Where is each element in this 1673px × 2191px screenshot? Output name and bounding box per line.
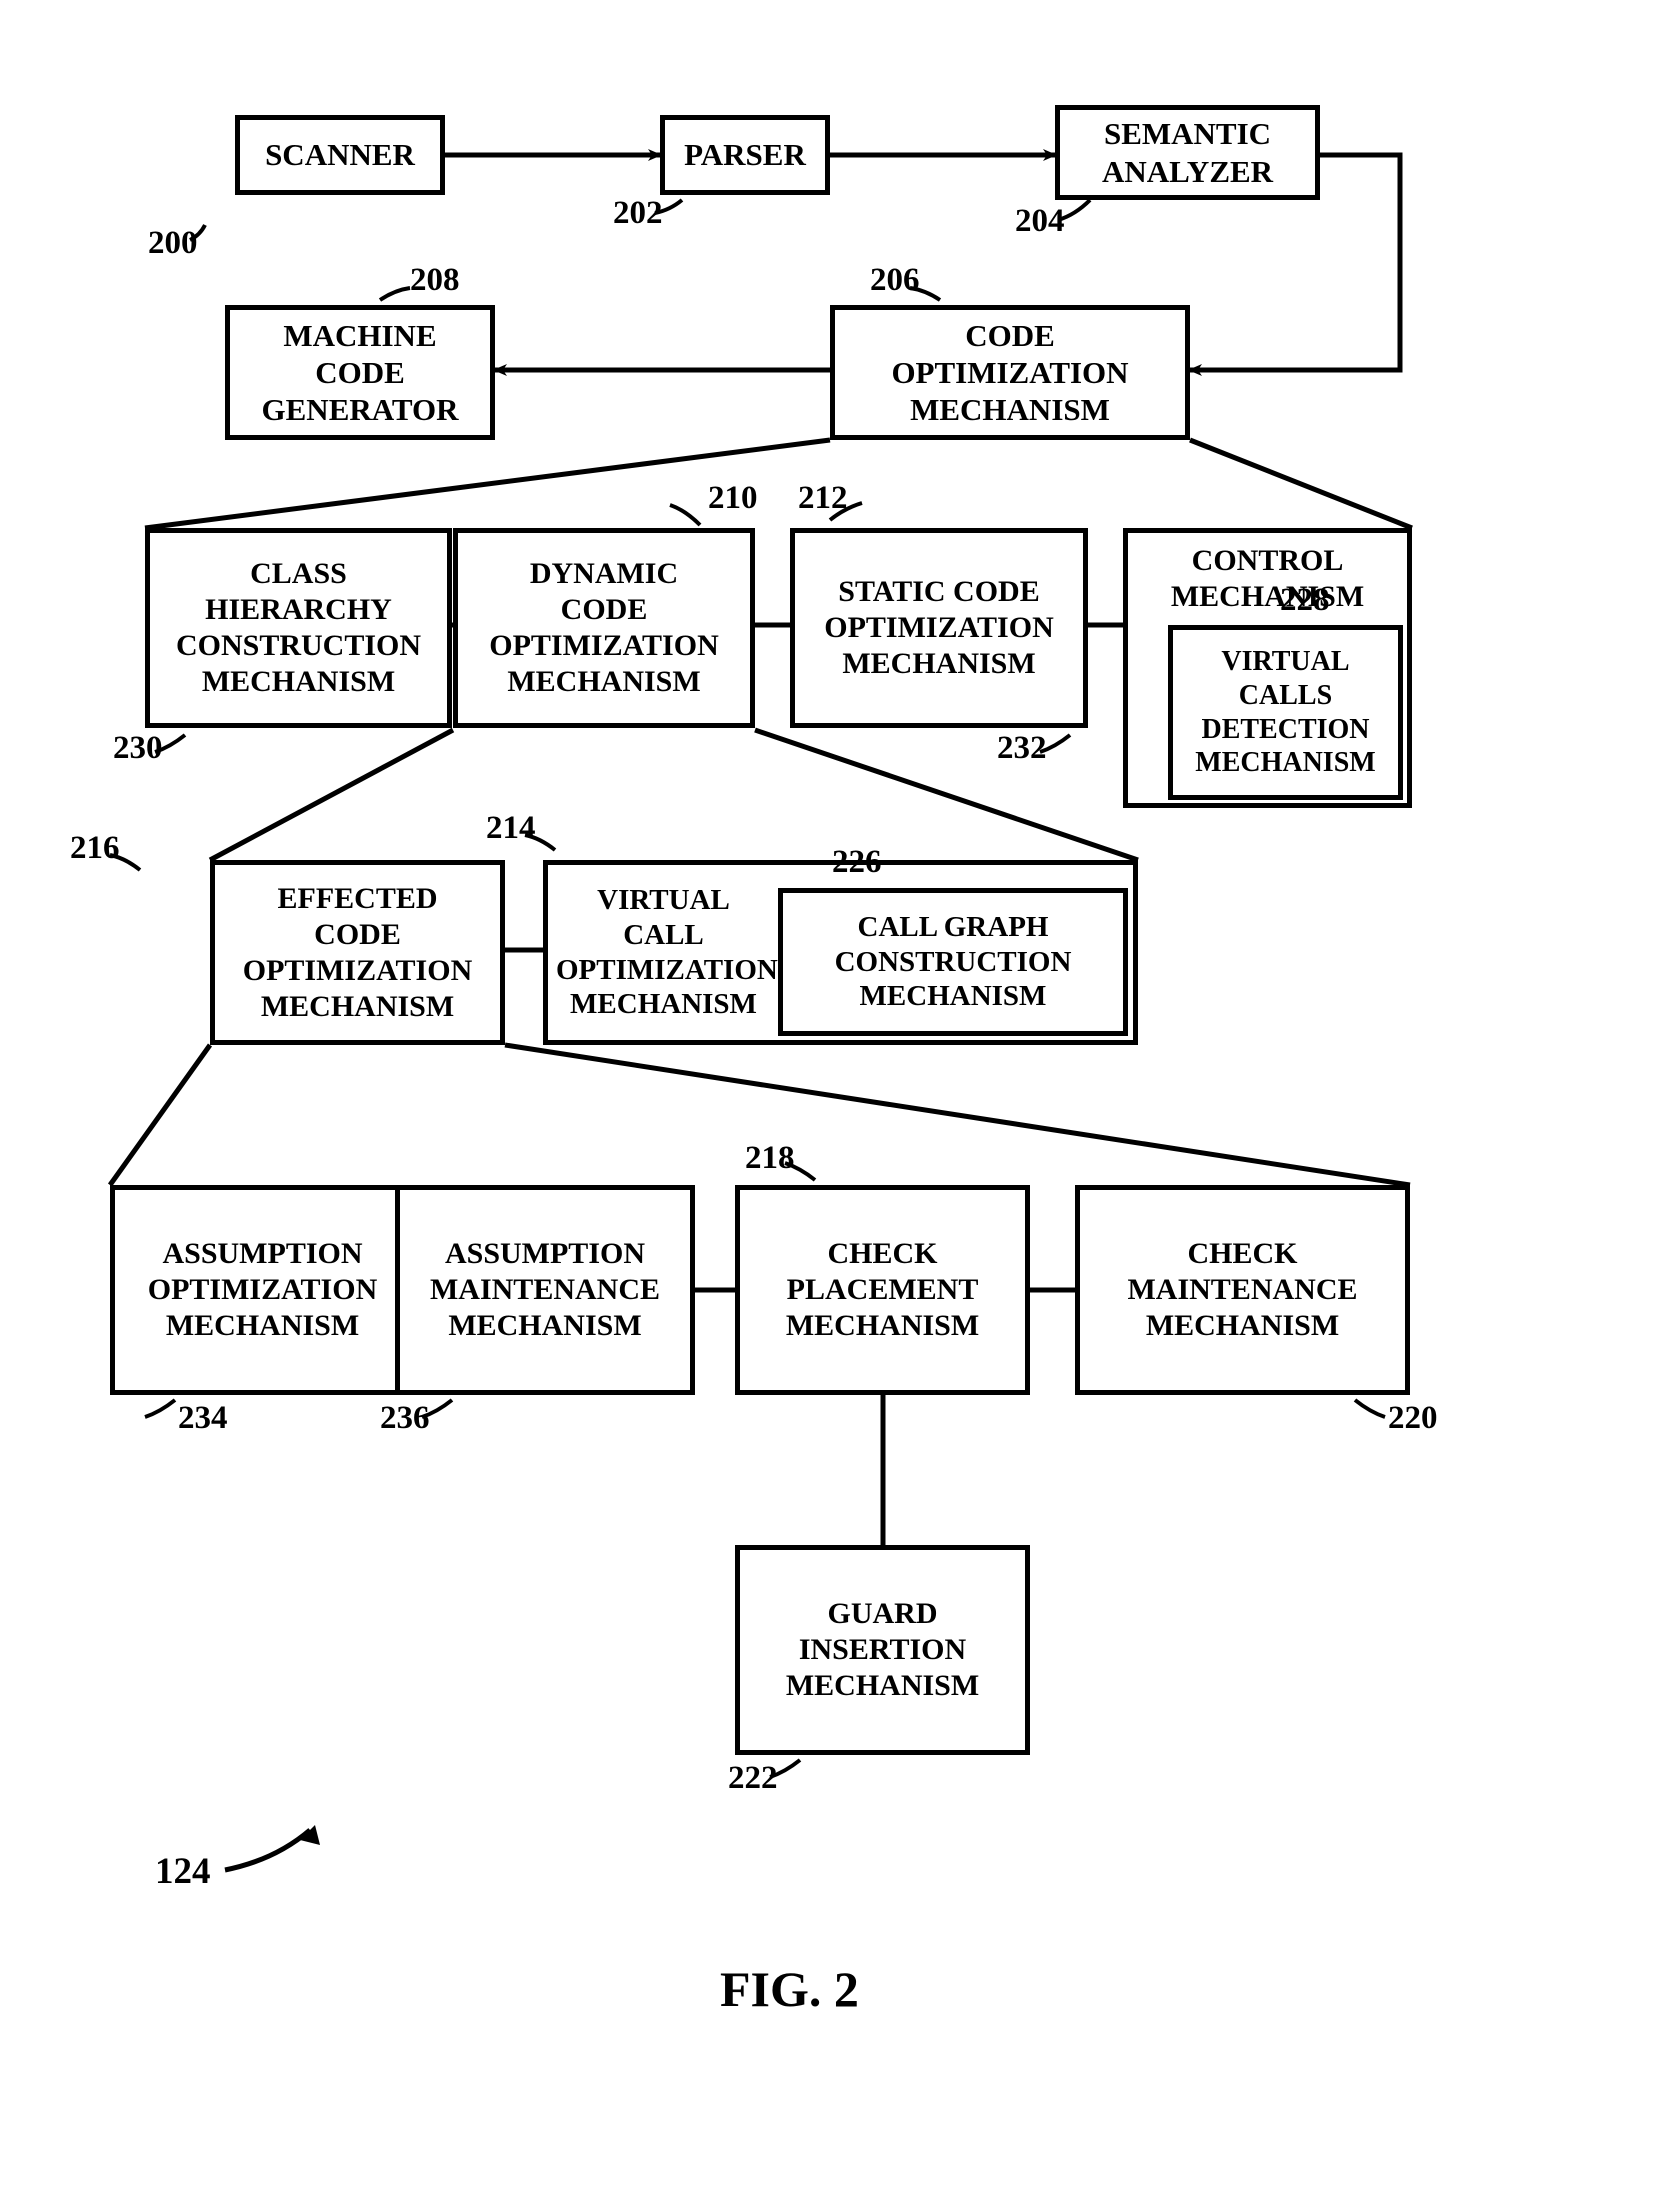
label-216: 216: [70, 830, 120, 867]
label-206: 206: [870, 262, 920, 299]
effected-code-opt-box: EFFECTEDCODEOPTIMIZATIONMECHANISM: [210, 860, 505, 1045]
check-placement-box: CHECKPLACEMENTMECHANISM: [735, 1185, 1030, 1395]
parser-box: PARSER: [660, 115, 830, 195]
class-hierarchy-box: CLASSHIERARCHYCONSTRUCTIONMECHANISM: [145, 528, 452, 728]
check-maintenance-box: CHECKMAINTENANCEMECHANISM: [1075, 1185, 1410, 1395]
dynamic-code-opt-box: DYNAMICCODEOPTIMIZATIONMECHANISM: [453, 528, 755, 728]
code-optimization-mechanism-box: CODEOPTIMIZATIONMECHANISM: [830, 305, 1190, 440]
label-200: 200: [148, 225, 198, 262]
label-204: 204: [1015, 203, 1065, 240]
label-226: 226: [832, 844, 882, 881]
label-202: 202: [613, 195, 663, 232]
label-218: 218: [745, 1140, 795, 1177]
label-212: 212: [798, 480, 848, 517]
semantic-analyzer-box: SEMANTICANALYZER: [1055, 105, 1320, 200]
label-208: 208: [410, 262, 460, 299]
call-graph-box: CALL GRAPHCONSTRUCTIONMECHANISM: [778, 888, 1128, 1036]
virtual-calls-detection-box: VIRTUALCALLSDETECTIONMECHANISM: [1168, 625, 1403, 800]
label-222: 222: [728, 1760, 778, 1797]
assumption-maintenance-box: ASSUMPTIONMAINTENANCEMECHANISM: [395, 1185, 695, 1395]
static-code-opt-box: STATIC CODEOPTIMIZATIONMECHANISM: [790, 528, 1088, 728]
label-236: 236: [380, 1400, 430, 1437]
label-230: 230: [113, 730, 163, 767]
label-234: 234: [178, 1400, 228, 1437]
label-124: 124: [155, 1850, 211, 1893]
machine-code-generator-box: MACHINECODEGENERATOR: [225, 305, 495, 440]
assumption-optimization-box: ASSUMPTIONOPTIMIZATIONMECHANISM: [110, 1185, 415, 1395]
label-232: 232: [997, 730, 1047, 767]
label-220: 220: [1388, 1400, 1438, 1437]
figure-caption: FIG. 2: [720, 1960, 859, 2018]
virtual-call-opt-text: VIRTUAL CALLOPTIMIZATIONMECHANISM: [556, 883, 771, 1022]
guard-insertion-box: GUARDINSERTIONMECHANISM: [735, 1545, 1030, 1755]
label-228: 228: [1280, 582, 1330, 619]
scanner-box: SCANNER: [235, 115, 445, 195]
label-214: 214: [486, 810, 536, 847]
label-210: 210: [708, 480, 758, 517]
diagram-canvas: SCANNER PARSER SEMANTICANALYZER MACHINEC…: [0, 0, 1673, 2191]
